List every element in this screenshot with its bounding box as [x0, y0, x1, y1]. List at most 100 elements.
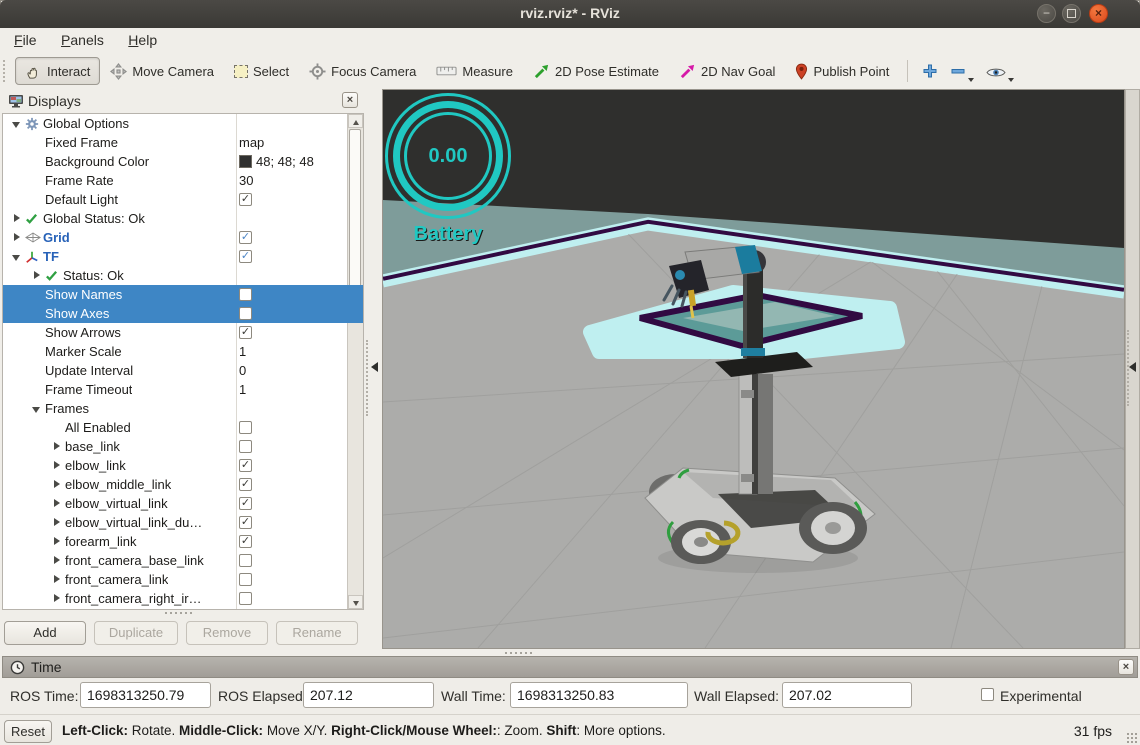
resize-grip[interactable]: [1126, 732, 1138, 744]
checkbox[interactable]: [239, 440, 252, 453]
tree-row[interactable]: front_camera_link: [3, 570, 363, 589]
expander-right-icon[interactable]: [49, 551, 65, 570]
tree-row[interactable]: Global Status: Ok: [3, 209, 363, 228]
checkbox[interactable]: ✓: [239, 478, 252, 491]
checkbox[interactable]: ✓: [239, 326, 252, 339]
tree-row[interactable]: Show Arrows✓: [3, 323, 363, 342]
checkbox[interactable]: ✓: [239, 231, 252, 244]
checkbox[interactable]: [239, 288, 252, 301]
tree-row-value[interactable]: [239, 551, 252, 570]
toolbar-drag-handle[interactable]: [3, 60, 9, 82]
tree-row-value[interactable]: [239, 437, 252, 456]
tree-row-value[interactable]: map: [239, 133, 264, 152]
duplicate-button[interactable]: Duplicate: [94, 621, 178, 645]
menu-panels[interactable]: Panels: [51, 28, 114, 52]
displays-close-icon[interactable]: ×: [342, 92, 358, 108]
tree-row[interactable]: Global Options: [3, 114, 363, 133]
expander-right-icon[interactable]: [9, 228, 25, 247]
tree-row[interactable]: Fixed Framemap: [3, 133, 363, 152]
menu-help[interactable]: Help: [118, 28, 167, 52]
expander-right-icon[interactable]: [49, 437, 65, 456]
tree-row[interactable]: Show Names: [3, 285, 363, 304]
rename-button[interactable]: Rename: [276, 621, 358, 645]
tree-row[interactable]: Frame Timeout1: [3, 380, 363, 399]
tree-row-value[interactable]: [239, 304, 252, 323]
expander-right-icon[interactable]: [29, 266, 45, 285]
tree-row-value[interactable]: ✓: [239, 323, 252, 342]
tree-row[interactable]: elbow_virtual_link✓: [3, 494, 363, 513]
tree-row-value[interactable]: ✓: [239, 513, 252, 532]
add-button[interactable]: Add: [4, 621, 86, 645]
tree-row-value[interactable]: 0: [239, 361, 246, 380]
checkbox[interactable]: ✓: [239, 250, 252, 263]
tree-row-value[interactable]: ✓: [239, 456, 252, 475]
tool-interact[interactable]: Interact: [15, 57, 100, 85]
tree-row[interactable]: Show Axes: [3, 304, 363, 323]
tool-select[interactable]: Select: [224, 57, 299, 85]
tool-2d-nav-goal[interactable]: 2D Nav Goal: [669, 57, 785, 85]
tree-row-value[interactable]: ✓: [239, 228, 252, 247]
collapse-left-panel-icon[interactable]: [371, 362, 378, 372]
tool-2d-pose-estimate[interactable]: 2D Pose Estimate: [523, 57, 669, 85]
vertical-splitter-handle[interactable]: [366, 340, 370, 416]
expander-down-icon[interactable]: [9, 247, 25, 266]
tool-move-camera[interactable]: Move Camera: [100, 57, 224, 85]
tree-row[interactable]: Frames: [3, 399, 363, 418]
tree-row[interactable]: base_link: [3, 437, 363, 456]
remove-display-button[interactable]: [944, 58, 980, 84]
tree-row[interactable]: Default Light✓: [3, 190, 363, 209]
minimize-button[interactable]: −: [1037, 4, 1056, 23]
tree-row[interactable]: Frame Rate30: [3, 171, 363, 190]
reset-button[interactable]: Reset: [4, 720, 52, 743]
horizontal-splitter-handle[interactable]: [505, 652, 532, 654]
tree-row-value[interactable]: ✓: [239, 475, 252, 494]
checkbox[interactable]: ✓: [239, 459, 252, 472]
add-display-button[interactable]: [916, 58, 944, 84]
tree-row-value[interactable]: ✓: [239, 494, 252, 513]
tree-row-value[interactable]: [239, 418, 252, 437]
tree-row[interactable]: Background Color48; 48; 48: [3, 152, 363, 171]
tree-row[interactable]: forearm_link✓: [3, 532, 363, 551]
tool-measure[interactable]: Measure: [426, 57, 523, 85]
checkbox[interactable]: [239, 554, 252, 567]
checkbox[interactable]: [239, 307, 252, 320]
expander-right-icon[interactable]: [49, 513, 65, 532]
tree-row-value[interactable]: 48; 48; 48: [239, 152, 314, 171]
checkbox[interactable]: [239, 592, 252, 605]
experimental-checkbox[interactable]: [981, 688, 994, 701]
tree-row-value[interactable]: ✓: [239, 532, 252, 551]
checkbox[interactable]: ✓: [239, 516, 252, 529]
tree-row[interactable]: Grid✓: [3, 228, 363, 247]
expander-right-icon[interactable]: [9, 209, 25, 228]
checkbox[interactable]: ✓: [239, 193, 252, 206]
3d-viewport[interactable]: 0.00 Battery: [382, 89, 1125, 649]
ros-time-input[interactable]: [80, 682, 211, 708]
tree-row-value[interactable]: ✓: [239, 247, 252, 266]
tree-row-value[interactable]: [239, 570, 252, 589]
tree-row-value[interactable]: 1: [239, 342, 246, 361]
tree-row-value[interactable]: 30: [239, 171, 253, 190]
tree-row-value[interactable]: ✓: [239, 190, 252, 209]
tree-row[interactable]: Status: Ok: [3, 266, 363, 285]
tree-row[interactable]: All Enabled: [3, 418, 363, 437]
expander-right-icon[interactable]: [49, 456, 65, 475]
tree-row[interactable]: Update Interval0: [3, 361, 363, 380]
expander-down-icon[interactable]: [9, 114, 25, 133]
expander-down-icon[interactable]: [29, 399, 45, 418]
tree-row[interactable]: TF✓: [3, 247, 363, 266]
tree-row-value[interactable]: [239, 285, 252, 304]
titlebar[interactable]: rviz.rviz* - RViz − ×: [0, 0, 1140, 29]
close-button[interactable]: ×: [1089, 4, 1108, 23]
tree-row-value[interactable]: [239, 589, 252, 608]
tool-publish-point[interactable]: Publish Point: [785, 57, 899, 85]
ros-elapsed-input[interactable]: [303, 682, 434, 708]
tree-row[interactable]: elbow_middle_link✓: [3, 475, 363, 494]
expander-right-icon[interactable]: [49, 475, 65, 494]
maximize-button[interactable]: [1062, 4, 1081, 23]
tool-focus-camera[interactable]: Focus Camera: [299, 57, 426, 85]
checkbox[interactable]: [239, 421, 252, 434]
menu-file[interactable]: File: [4, 28, 47, 52]
checkbox[interactable]: ✓: [239, 535, 252, 548]
tree-row[interactable]: front_camera_right_ir…: [3, 589, 363, 608]
wall-time-input[interactable]: [510, 682, 688, 708]
